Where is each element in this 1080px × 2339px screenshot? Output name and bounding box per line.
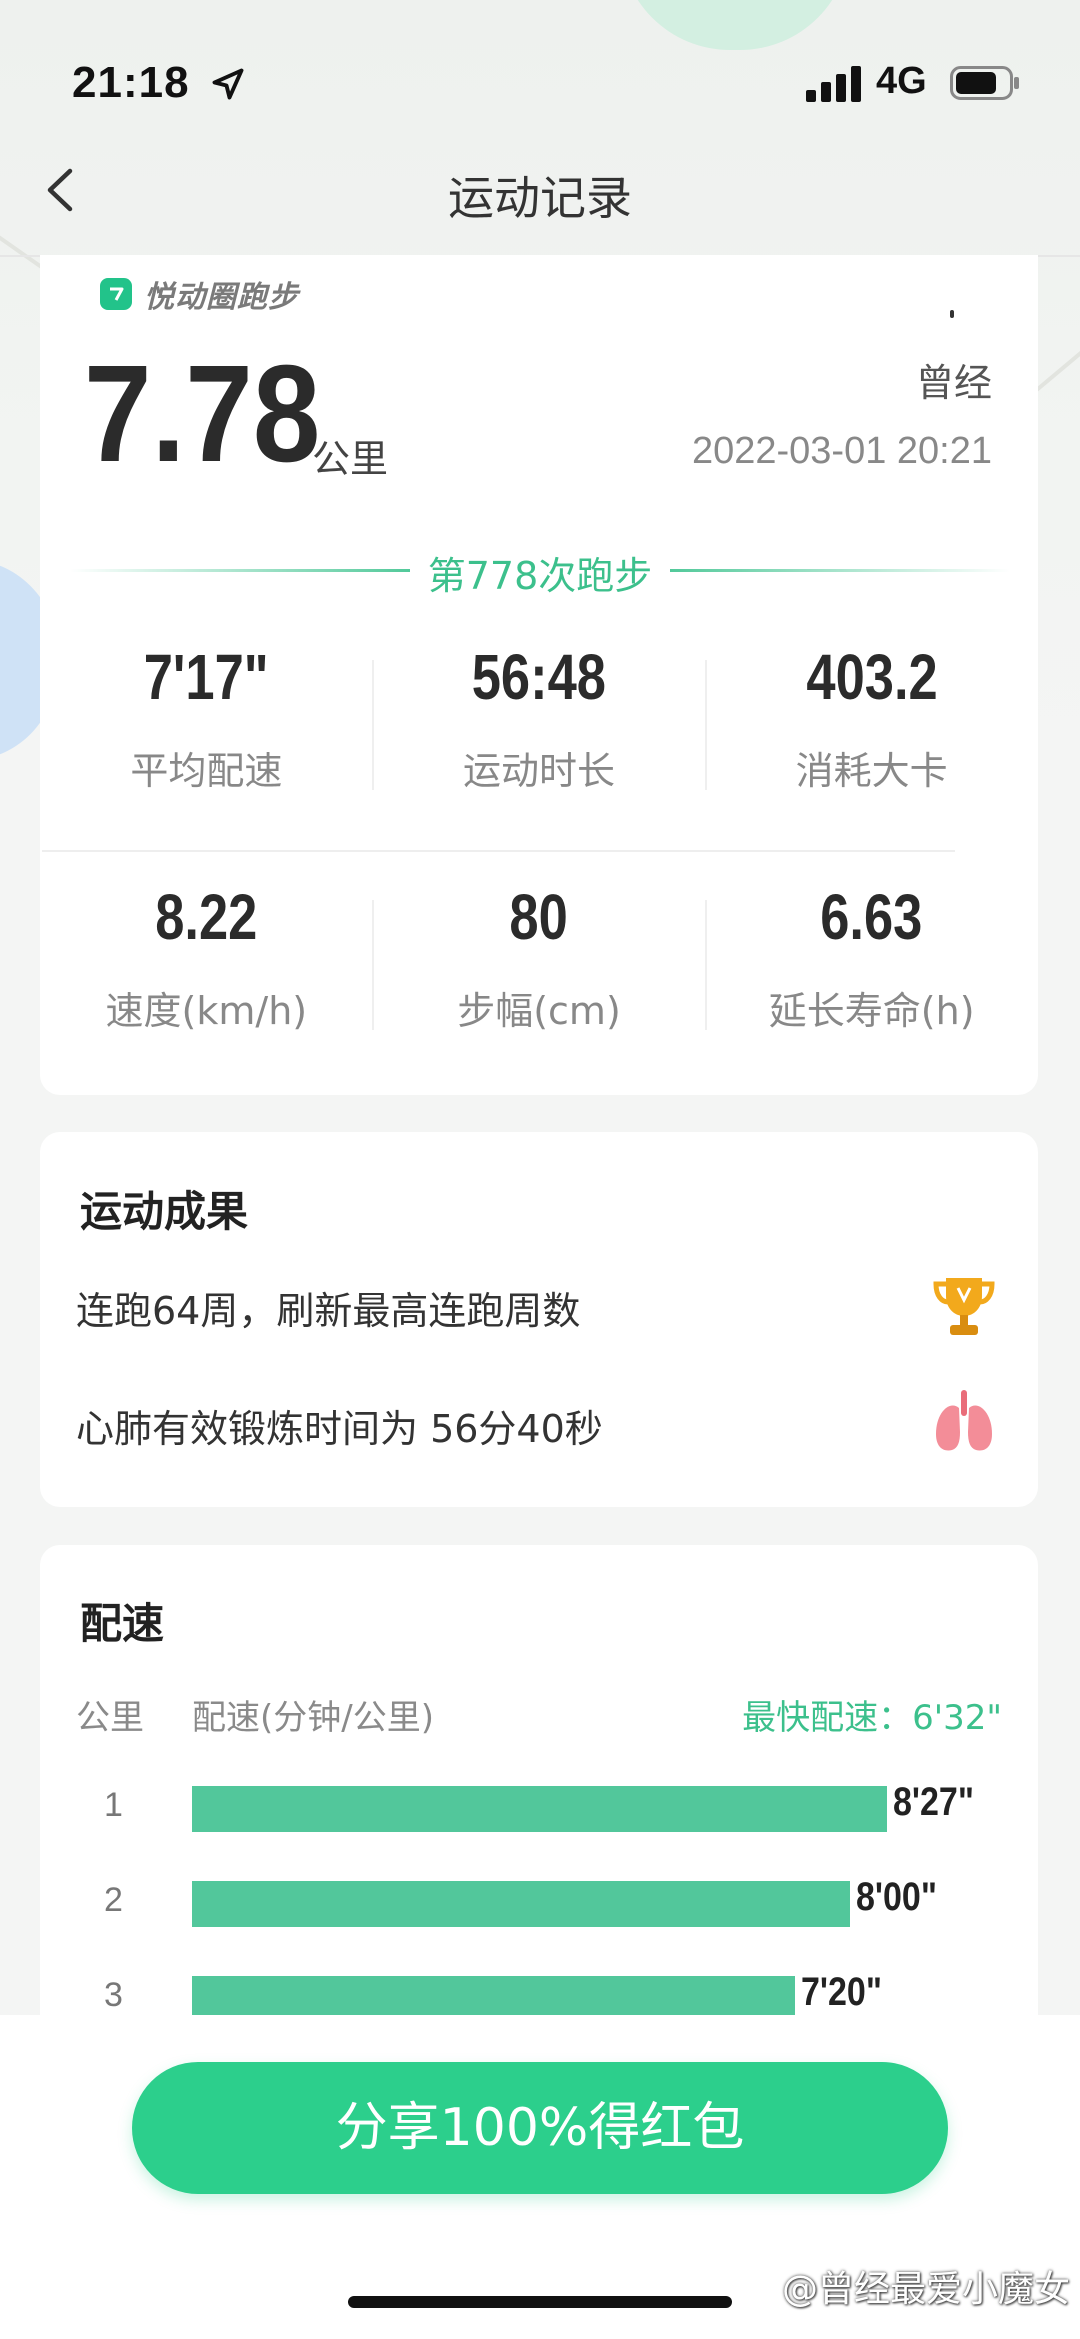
result-item: 连跑64周，刷新最高连跑周数 (76, 1289, 581, 1333)
stat-grid: 7'17" 平均配速 56:48 运动时长 403.2 消耗大卡 8.22 速度… (40, 640, 1038, 1080)
stat-value: 80 (509, 881, 569, 953)
pace-col-pace: 配速(分钟/公里) (192, 1698, 434, 1738)
stat-value: 8.22 (155, 881, 258, 953)
home-indicator (348, 2296, 732, 2308)
stat-label: 延长寿命(h) (768, 989, 975, 1033)
pace-km: 3 (104, 1976, 123, 2014)
stat-speed: 8.22 速度(km/h) (40, 880, 373, 1080)
stat-life-extension: 6.63 延长寿命(h) (705, 880, 1038, 1080)
status-time: 21:18 (72, 58, 190, 107)
run-count-row: 第778次跑步 (70, 545, 1010, 598)
run-count: 第778次跑步 (427, 554, 653, 598)
pace-value: 8'27" (893, 1780, 974, 1824)
pace-km: 2 (104, 1881, 123, 1919)
network-label: 4G (876, 60, 927, 102)
stat-label: 消耗大卡 (795, 749, 948, 793)
brand: 悦动圈跑步 (100, 272, 299, 316)
stat-row: 7'17" 平均配速 56:48 运动时长 403.2 消耗大卡 (40, 640, 1038, 840)
battery-icon (950, 66, 1019, 100)
stat-separator (705, 900, 707, 1030)
divider-line (670, 569, 1010, 572)
pace-km: 1 (104, 1786, 123, 1824)
stat-row: 8.22 速度(km/h) 80 步幅(cm) 6.63 延长寿命(h) (40, 880, 1038, 1080)
pace-value: 7'20" (801, 1970, 882, 2014)
row-divider (42, 850, 955, 852)
pace-bar (192, 1881, 850, 1927)
stat-avg-pace: 7'17" 平均配速 (40, 640, 373, 840)
stat-label: 平均配速 (130, 749, 283, 793)
fastest-pace: 最快配速：6'32" (742, 1698, 1002, 1738)
stat-value: 7'17" (143, 641, 269, 713)
signal-icon (806, 66, 861, 102)
stat-label: 运动时长 (463, 749, 616, 793)
run-date: 2022-03-01 20:21 (691, 430, 992, 472)
stat-label: 速度(km/h) (105, 989, 308, 1033)
result-item: 心肺有效锻炼时间为 56分40秒 (76, 1407, 603, 1451)
pace-row: 2 8'00" (0, 1875, 1080, 1935)
distance-unit: 公里 (312, 437, 389, 481)
page-title: 运动记录 (448, 171, 632, 225)
dot-mark (950, 310, 954, 318)
stat-value: 403.2 (806, 641, 938, 713)
stat-value: 6.63 (820, 881, 923, 953)
stat-separator (372, 660, 374, 790)
location-arrow-icon (212, 68, 244, 100)
stat-value: 56:48 (471, 641, 607, 713)
stat-calories: 403.2 消耗大卡 (705, 640, 1038, 840)
pace-bar (192, 1786, 887, 1832)
status-bar: 21:18 4G (0, 0, 1080, 150)
pace-row: 1 8'27" (0, 1780, 1080, 1840)
stat-separator (705, 660, 707, 790)
lungs-icon (936, 1390, 992, 1451)
distance-value: 7.78 (84, 337, 321, 491)
user-name: 曾经 (915, 361, 992, 405)
results-title: 运动成果 (80, 1187, 249, 1236)
share-button[interactable]: 分享100%得红包 (132, 2062, 948, 2194)
trophy-icon (933, 1278, 995, 1335)
pace-value: 8'00" (856, 1875, 937, 1919)
pace-title: 配速 (80, 1599, 165, 1648)
brand-logo-icon (100, 278, 132, 310)
stat-separator (372, 900, 374, 1030)
pace-col-km: 公里 (76, 1698, 144, 1738)
stat-duration: 56:48 运动时长 (373, 640, 706, 840)
watermark: @曾经最爱小魔女 (781, 2269, 1070, 2310)
stat-label: 步幅(cm) (457, 989, 621, 1033)
brand-name: 悦动圈跑步 (144, 280, 299, 315)
stat-stride: 80 步幅(cm) (373, 880, 706, 1080)
